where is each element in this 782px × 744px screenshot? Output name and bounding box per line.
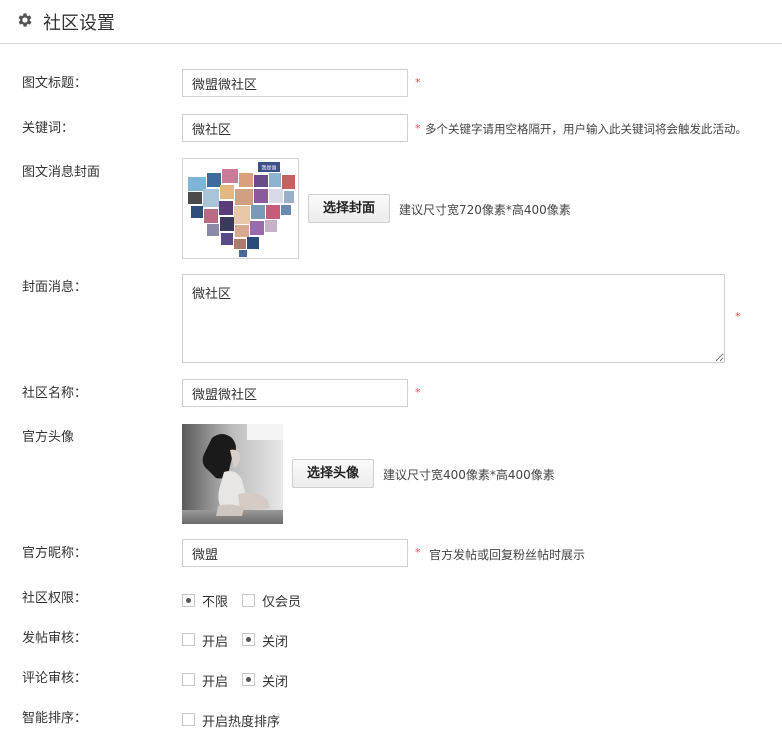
official-nickname-label: 官方昵称：: [22, 546, 88, 561]
permission-members-option[interactable]: 仅会员: [262, 591, 301, 610]
comment-review-off-option[interactable]: 关闭: [262, 671, 288, 690]
post-review-label: 发帖审核：: [22, 631, 88, 646]
post-review-off-radio[interactable]: [242, 633, 255, 646]
smart-sort-checkbox[interactable]: [182, 713, 195, 726]
page-header: 社区设置: [0, 0, 782, 44]
cover-thumb-tag: 我是谁: [261, 165, 276, 172]
title-input[interactable]: [182, 69, 408, 97]
smart-sort-label: 智能排序：: [22, 711, 88, 726]
choose-cover-button[interactable]: 选择封面: [308, 194, 390, 223]
required-mark: *: [415, 76, 421, 89]
official-avatar-image: [182, 424, 283, 524]
cover-size-hint: 建议尺寸宽720像素*高400像素: [399, 203, 571, 217]
post-review-on-radio[interactable]: [182, 633, 195, 646]
keyword-input[interactable]: [182, 114, 408, 142]
comment-review-label: 评论审核：: [22, 671, 88, 686]
community-name-label: 社区名称：: [22, 386, 88, 401]
choose-avatar-button[interactable]: 选择头像: [292, 459, 374, 488]
permission-members-radio[interactable]: [242, 594, 255, 607]
official-nickname-input[interactable]: [182, 539, 408, 567]
required-mark: *: [735, 310, 741, 323]
comment-review-on-radio[interactable]: [182, 673, 195, 686]
official-avatar-label: 官方头像: [22, 430, 75, 445]
community-name-input[interactable]: [182, 379, 408, 407]
permission-unlimited-option[interactable]: 不限: [202, 591, 228, 610]
cover-message-label: 封面消息：: [22, 280, 88, 295]
permission-label: 社区权限：: [22, 591, 88, 606]
post-review-on-option[interactable]: 开启: [202, 631, 228, 650]
gear-icon: [18, 13, 32, 27]
cover-thumbnail: 我是谁: [182, 158, 299, 259]
permission-unlimited-radio[interactable]: [182, 594, 195, 607]
post-review-off-option[interactable]: 关闭: [262, 631, 288, 650]
smart-sort-option[interactable]: 开启热度排序: [202, 711, 280, 730]
nickname-hint: 官方发帖或回复粉丝帖时展示: [429, 548, 586, 562]
comment-review-on-option[interactable]: 开启: [202, 671, 228, 690]
required-mark: *: [415, 386, 421, 399]
required-mark: *: [415, 122, 421, 135]
page-title: 社区设置: [43, 13, 115, 34]
cover-message-textarea[interactable]: 微社区: [182, 274, 725, 363]
cover-label: 图文消息封面: [22, 165, 101, 180]
comment-review-off-radio[interactable]: [242, 673, 255, 686]
required-mark: *: [415, 546, 421, 559]
keyword-hint: 多个关键字请用空格隔开，用户输入此关键词将会触发此活动。: [425, 122, 747, 136]
title-label: 图文标题：: [22, 76, 88, 91]
keyword-label: 关键词：: [22, 121, 75, 136]
avatar-size-hint: 建议尺寸宽400像素*高400像素: [383, 468, 555, 482]
